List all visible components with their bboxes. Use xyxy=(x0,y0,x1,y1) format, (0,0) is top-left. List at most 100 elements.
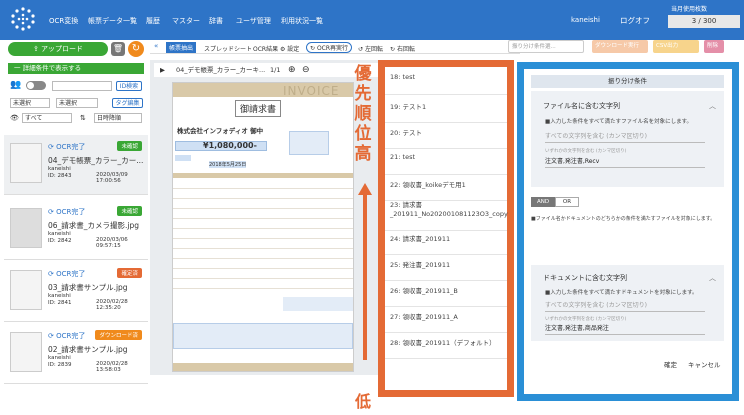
tab-extract[interactable]: 帳票抽出 xyxy=(166,42,197,53)
document-all-input[interactable]: すべての文字列を含む (カンマ区切り) xyxy=(545,300,705,312)
users-icon[interactable]: 👥 xyxy=(10,80,21,90)
document-any-label: いずれかの文字列を含む (カンマ区切り) xyxy=(545,317,627,322)
rule-item[interactable]: 24: 請求書_201911 xyxy=(385,233,507,255)
tab-ocr-result[interactable]: OCR結果 xyxy=(253,44,278,53)
client-name: 株式会社インフォディオ 御中 xyxy=(177,127,264,135)
file-date: 2020/03/06 09:57:15 xyxy=(96,237,128,249)
filename-section-title: ファイル名に含む文字列 xyxy=(543,102,620,110)
file-name: 02_請求書サンプル.jpg xyxy=(48,345,128,354)
toggle-switch[interactable] xyxy=(26,81,46,90)
rule-item[interactable]: 23: 請求書_201911_No202001081123O3_copy xyxy=(385,201,508,231)
file-name: 03_請求書サンプル.jpg xyxy=(48,283,128,292)
csv-export-button[interactable]: CSV出力 xyxy=(653,40,699,53)
tab-spreadsheet[interactable]: スプレッドシート xyxy=(204,44,252,53)
nav-data-list[interactable]: 帳票データ一覧 xyxy=(88,16,137,26)
ocr-rerun-button[interactable]: ↻ OCR再実行 xyxy=(306,42,353,53)
nav-history[interactable]: 履歴 xyxy=(146,16,160,26)
file-meta: kaneishi ID: 2842 xyxy=(48,231,72,244)
document-viewer: ▶ 04_デモ帳票_カラー_カーキ... 1/1 ⊕ ⊖ INVOICE 御請求… xyxy=(150,60,378,375)
list-item[interactable]: ⟳ OCR完了 ダウンロード済 02_請求書サンプル.jpg kaneishi I… xyxy=(4,324,148,384)
upload-button[interactable]: ⇪ アップロード xyxy=(8,42,108,56)
settings-button[interactable]: ⚙ 設定 xyxy=(280,44,299,53)
document-condition-section: ドキュメントに含む文字列 ︿ ■入力した条件をすべて満たすドキュメントを対象にし… xyxy=(531,265,724,341)
back-icon[interactable]: « xyxy=(154,42,158,50)
delete-button[interactable]: 削除 xyxy=(704,40,724,53)
logout-link[interactable]: ログオフ xyxy=(620,15,650,26)
tag-edit-button[interactable]: タグ編集 xyxy=(112,98,143,108)
zoom-out-icon[interactable]: ⊖ xyxy=(302,63,310,77)
file-meta: kaneishi ID: 2841 xyxy=(48,293,72,306)
or-button[interactable]: OR xyxy=(555,197,579,207)
filename-any-input[interactable]: 注文書,発注書,Recv xyxy=(545,156,705,168)
bulk-download-button[interactable]: ダウンロード実行 xyxy=(592,40,648,53)
doc-thumbnail xyxy=(10,143,42,183)
arrow-line xyxy=(363,194,367,360)
nav-usage[interactable]: 利用状況一覧 xyxy=(281,16,323,26)
logo-icon[interactable] xyxy=(10,6,36,32)
rule-item[interactable]: 26: 領収書_201911_B xyxy=(385,285,507,307)
eye-icon: 👁 xyxy=(10,114,19,122)
rule-item[interactable]: 27: 領収書_201911_A xyxy=(385,311,507,333)
usage-value: 3 / 300 xyxy=(668,15,740,28)
rule-list-panel: 18: test 19: テスト1 20: テスト 21: test 22: 領… xyxy=(378,60,514,397)
user-name: kaneishi xyxy=(571,16,600,24)
usage-label: 当月使用枚数 xyxy=(671,6,708,13)
rule-item[interactable]: 28: 領収書_201911（デフォルト） xyxy=(385,337,507,359)
rule-editor-panel: 振り分け条件 ファイル名に含む文字列 ︿ ■入力した条件をすべて満たすファイル名… xyxy=(517,62,739,401)
refresh-icon[interactable]: ↻ xyxy=(128,41,144,57)
ocr-status: ⟳ OCR完了 xyxy=(48,143,86,151)
filename-all-input[interactable]: すべての文字列を含む (カンマ区切り) xyxy=(545,131,705,143)
sort-select[interactable]: 日時降順 xyxy=(94,113,142,123)
id-search-input[interactable] xyxy=(52,81,112,91)
invoice-amount: ¥1,080,000- xyxy=(203,141,257,150)
priority-high-label: 優先順位高 xyxy=(354,64,372,164)
nav-ocr[interactable]: OCR変換 xyxy=(49,16,78,26)
rule-item[interactable]: 25: 発注書_201911 xyxy=(385,259,507,281)
invoice-word: INVOICE xyxy=(283,84,340,98)
sort-icon: ⇅ xyxy=(80,114,86,122)
list-item[interactable]: ⟳ OCR完了 未確認 04_デモ帳票_カラー_カー... kaneishi ID… xyxy=(4,135,148,195)
nav-master[interactable]: マスター xyxy=(172,16,200,26)
rule-select[interactable]: 振り分け条件選... xyxy=(508,40,584,53)
and-button[interactable]: AND xyxy=(531,197,555,207)
document-any-input[interactable]: 注文書,発注書,商品発注 xyxy=(545,323,705,335)
rule-item[interactable]: 22: 領収書_koikeデモ用1 xyxy=(385,179,507,201)
doc-thumbnail xyxy=(10,208,42,248)
chevron-up-icon[interactable]: ︿ xyxy=(709,273,716,283)
nav-dictionary[interactable]: 辞書 xyxy=(209,16,223,26)
status-badge: ダウンロード済 xyxy=(95,330,142,340)
cancel-button[interactable]: キャンセル xyxy=(688,359,721,369)
zoom-in-icon[interactable]: ⊕ xyxy=(288,63,296,77)
andor-section: AND OR ■ファイル名かドキュメントのどちらかの条件を満たすファイルを対象に… xyxy=(531,195,724,231)
page-indicator: 1/1 xyxy=(270,66,281,74)
list-item[interactable]: ⟳ OCR完了 未確認 06_請求書_カメラ撮影.jpg kaneishi ID:… xyxy=(4,200,148,260)
file-date: 2020/03/09 17:00:56 xyxy=(96,172,128,184)
ocr-status: ⟳ OCR完了 xyxy=(48,270,86,278)
rule-item[interactable]: 18: test xyxy=(385,73,507,95)
doc-thumbnail xyxy=(10,332,42,372)
filename-condition-section: ファイル名に含む文字列 ︿ ■入力した条件をすべて満たすファイル名を対象にします… xyxy=(531,91,724,187)
visibility-select[interactable]: すべて xyxy=(22,113,72,123)
play-icon[interactable]: ▶ xyxy=(160,63,165,77)
select-status-2[interactable]: 未選択 xyxy=(56,98,98,108)
trash-icon[interactable]: 🗑 xyxy=(111,42,125,56)
doc-header: ▶ 04_デモ帳票_カラー_カーキ... 1/1 ⊕ ⊖ xyxy=(154,63,378,77)
nav-users[interactable]: ユーザ管理 xyxy=(236,16,271,26)
rotate-left-button[interactable]: ↺ 左回転 xyxy=(358,44,383,53)
confirm-button[interactable]: 確定 xyxy=(664,359,677,369)
rotate-right-button[interactable]: ↻ 右回転 xyxy=(390,44,415,53)
invoice-page: INVOICE 御請求書 株式会社インフォディオ 御中 ¥1,080,000- … xyxy=(172,82,354,372)
status-badge: 未確認 xyxy=(117,206,142,216)
invoice-title: 御請求書 xyxy=(235,100,282,117)
filter-toggle[interactable]: 一 詳細条件で表示する xyxy=(8,63,144,74)
list-item[interactable]: ⟳ OCR完了 確定済 03_請求書サンプル.jpg kaneishi ID: 2… xyxy=(4,262,148,322)
id-search-button[interactable]: ID検索 xyxy=(116,81,142,91)
status-badge: 確定済 xyxy=(117,268,142,278)
rule-item[interactable]: 20: テスト xyxy=(385,127,507,149)
file-list-panel: ⇪ アップロード 🗑 ↻ 一 詳細条件で表示する 👥 ID検索 未選択 未選択 … xyxy=(4,40,148,415)
select-status-1[interactable]: 未選択 xyxy=(10,98,50,108)
rule-item[interactable]: 21: test xyxy=(385,153,507,175)
chevron-up-icon[interactable]: ︿ xyxy=(709,101,716,111)
file-name: 04_デモ帳票_カラー_カー... xyxy=(48,156,144,165)
rule-item[interactable]: 19: テスト1 xyxy=(385,101,507,123)
